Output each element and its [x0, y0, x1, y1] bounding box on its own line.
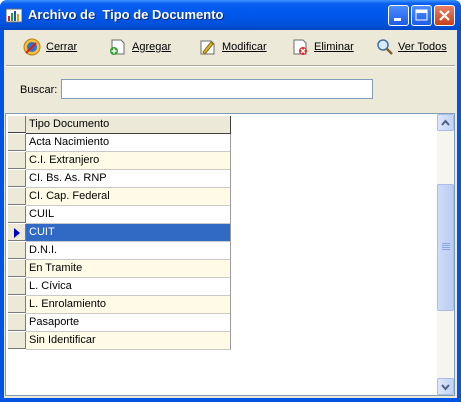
- table-cell[interactable]: Acta Nacimiento: [26, 134, 231, 152]
- row-indicator[interactable]: [8, 242, 26, 259]
- row-indicator[interactable]: [8, 188, 26, 205]
- header-indicator-cell: [8, 116, 26, 133]
- table-row[interactable]: Sin Identificar: [8, 332, 231, 350]
- ver-todos-label: Ver Todos: [398, 41, 447, 53]
- modificar-label: Modificar: [222, 41, 267, 53]
- toolbar: Cerrar Agregar Modificar Eliminar Ver To…: [4, 30, 457, 64]
- table-row[interactable]: CI. Bs. As. RNP: [8, 170, 231, 188]
- table-row[interactable]: En Tramite: [8, 260, 231, 278]
- edit-document-icon: [200, 40, 215, 55]
- chevron-up-icon: [441, 119, 450, 126]
- row-indicator[interactable]: [8, 152, 26, 169]
- table-cell[interactable]: CUIT: [26, 224, 231, 242]
- table-row[interactable]: CUIT: [8, 224, 231, 242]
- maximize-button[interactable]: [411, 5, 432, 26]
- table-row[interactable]: Pasaporte: [8, 314, 231, 332]
- table-cell[interactable]: L. Enrolamiento: [26, 296, 231, 314]
- title-bar[interactable]: Archivo de Tipo de Documento: [0, 0, 461, 30]
- close-button[interactable]: [434, 5, 455, 26]
- document-type-grid[interactable]: Tipo Documento Acta Nacimiento C.I. Extra…: [5, 113, 455, 396]
- table-cell[interactable]: Sin Identificar: [26, 332, 231, 350]
- table-row[interactable]: C.I. Extranjero: [8, 152, 231, 170]
- grid-body: Tipo Documento Acta Nacimiento C.I. Extra…: [8, 116, 231, 350]
- table-row[interactable]: Acta Nacimiento: [8, 134, 231, 152]
- magnifier-icon: [377, 39, 393, 55]
- chevron-down-icon: [441, 384, 450, 391]
- add-document-icon: [110, 39, 125, 55]
- row-indicator[interactable]: [8, 314, 26, 331]
- agregar-label: Agregar: [132, 41, 172, 53]
- table-cell[interactable]: CUIL: [26, 206, 231, 224]
- table-cell[interactable]: Pasaporte: [26, 314, 231, 332]
- column-header-tipo-documento[interactable]: Tipo Documento: [26, 116, 231, 134]
- client-area: Cerrar Agregar Modificar Eliminar Ver To…: [4, 30, 457, 398]
- toolbar-divider: [6, 65, 455, 67]
- table-cell[interactable]: CI. Cap. Federal: [26, 188, 231, 206]
- table-cell[interactable]: D.N.I.: [26, 242, 231, 260]
- row-indicator[interactable]: [8, 170, 26, 187]
- minimize-icon: [394, 18, 401, 21]
- row-indicator[interactable]: [8, 278, 26, 295]
- window: Archivo de Tipo de Documento Cerrar Agre…: [0, 0, 461, 402]
- vertical-scrollbar[interactable]: [437, 114, 454, 395]
- delete-document-icon: [293, 39, 307, 55]
- table-row[interactable]: L. Enrolamiento: [8, 296, 231, 314]
- row-indicator[interactable]: [8, 206, 26, 223]
- eliminar-button[interactable]: Eliminar: [290, 35, 354, 59]
- grid-header-row: Tipo Documento: [8, 116, 231, 134]
- app-icon: [6, 8, 22, 23]
- scroll-thumb[interactable]: [437, 184, 454, 311]
- cerrar-button[interactable]: Cerrar: [22, 35, 77, 59]
- window-title: Archivo de Tipo de Documento: [28, 7, 224, 22]
- minimize-button[interactable]: [388, 5, 409, 26]
- maximize-icon: [415, 9, 428, 21]
- eliminar-label: Eliminar: [314, 41, 354, 53]
- cerrar-label: Cerrar: [46, 41, 78, 53]
- table-row[interactable]: L. Cívica: [8, 278, 231, 296]
- row-indicator[interactable]: [8, 296, 26, 313]
- table-cell[interactable]: C.I. Extranjero: [26, 152, 231, 170]
- row-indicator[interactable]: [8, 332, 26, 349]
- close-icon: [439, 10, 450, 21]
- row-indicator[interactable]: [8, 260, 26, 277]
- row-indicator[interactable]: [8, 134, 26, 151]
- table-row[interactable]: CUIL: [8, 206, 231, 224]
- agregar-button[interactable]: Agregar: [108, 35, 171, 59]
- table-cell[interactable]: L. Cívica: [26, 278, 231, 296]
- table-cell[interactable]: CI. Bs. As. RNP: [26, 170, 231, 188]
- table-cell[interactable]: En Tramite: [26, 260, 231, 278]
- row-indicator[interactable]: [8, 224, 26, 241]
- search-input[interactable]: [61, 79, 373, 99]
- modificar-button[interactable]: Modificar: [198, 35, 267, 59]
- current-row-arrow-icon: [14, 228, 20, 238]
- scroll-down-button[interactable]: [437, 378, 454, 395]
- table-row[interactable]: CI. Cap. Federal: [8, 188, 231, 206]
- table-row[interactable]: D.N.I.: [8, 242, 231, 260]
- ver-todos-button[interactable]: Ver Todos: [376, 35, 447, 59]
- search-label: Buscar:: [20, 84, 58, 96]
- exit-icon: [23, 38, 41, 56]
- scroll-up-button[interactable]: [437, 114, 454, 131]
